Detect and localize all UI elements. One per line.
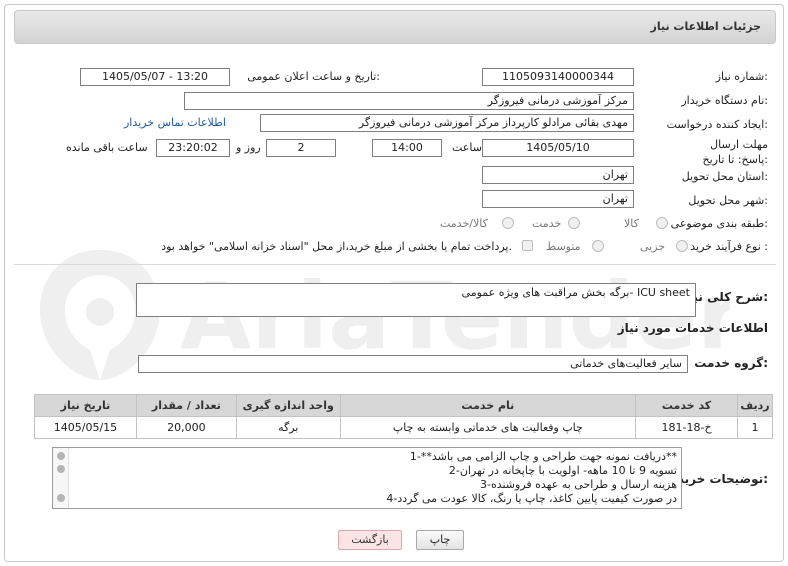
print-button[interactable]: چاپ (416, 530, 464, 550)
creator-label: ایجاد کننده درخواست: (666, 118, 768, 131)
remaining-time-label: ساعت باقی مانده (66, 141, 148, 154)
cell-unit: برگه (235, 416, 341, 439)
category-radio-service[interactable] (568, 217, 580, 229)
province-label: استان محل تحویل: (681, 170, 768, 183)
announce-datetime-field: 1405/05/07 - 13:20 (80, 68, 230, 86)
need-number-field: 1105093140000344 (482, 68, 634, 86)
purchase-type-option-medium: متوسط (546, 240, 581, 253)
treasury-payment-checkbox[interactable] (522, 240, 533, 251)
services-section-title: اطلاعات خدمات مورد نیاز (617, 321, 768, 335)
category-radio-goods[interactable] (656, 217, 668, 229)
cell-need-date: 1405/05/15 (34, 416, 137, 439)
buyer-notes-field[interactable]: 1-**دریافت نمونه جهت طراحی و چاپ الزامی … (52, 447, 682, 509)
scroll-up-icon[interactable] (57, 452, 65, 460)
col-unit: واحد اندازه گیری (235, 394, 341, 417)
notes-line-4: 4-در صورت کیفیت پایین کاغذ، چاپ یا رنگ، … (386, 492, 677, 505)
scroll-thumb-icon[interactable] (57, 465, 65, 473)
cell-service-name: چاپ وفعالیت های خدماتی وابسته به چاپ (339, 416, 637, 439)
purchase-type-radio-medium[interactable] (592, 240, 604, 252)
service-group-label: گروه خدمت: (694, 356, 768, 370)
buyer-contact-link[interactable]: اطلاعات تماس خریدار (124, 116, 226, 129)
category-option-goods-service: کالا/خدمت (440, 217, 488, 230)
treasury-payment-note: پرداخت تمام یا بخشی از مبلغ خرید،از محل … (161, 240, 512, 253)
notes-line-1: 1-**دریافت نمونه جهت طراحی و چاپ الزامی … (409, 450, 677, 463)
province-field: تهران (482, 166, 634, 184)
table-header-row: تاریخ نیاز تعداد / مقدار واحد اندازه گیر… (34, 394, 774, 417)
remaining-days-label: روز و (236, 141, 261, 154)
col-service-code: کد خدمت (635, 394, 738, 417)
announce-datetime-label: تاریخ و ساعت اعلان عمومی: (247, 70, 380, 83)
service-group-field: سایر فعالیت‌های خدماتی (138, 355, 688, 373)
cell-service-code: خ-18-181 (635, 416, 738, 439)
col-service-name: نام خدمت (339, 394, 637, 417)
cell-quantity: 20,000 (135, 416, 237, 439)
page-header: جزئیات اطلاعات نیاز (14, 10, 776, 44)
description-field: برگه بخش مراقبت های ویژه عمومی- ICU shee… (136, 283, 696, 317)
city-field: تهران (482, 190, 634, 208)
category-option-service: خدمت (532, 217, 562, 230)
remaining-time-field: 23:20:02 (156, 139, 230, 157)
notes-scrollbar[interactable] (53, 448, 69, 508)
category-option-goods: کالا (624, 217, 639, 230)
table-row: 1405/05/15 20,000 برگه چاپ وفعالیت های خ… (34, 416, 774, 439)
purchase-type-option-minor: جزیی (640, 240, 666, 253)
category-label: طبقه بندی موضوعی: (670, 217, 768, 230)
deadline-time-label: ساعت (452, 141, 482, 154)
scroll-down-icon[interactable] (57, 494, 65, 502)
purchase-type-label: نوع فرآیند خرید : (690, 240, 768, 253)
category-radio-goods-service[interactable] (502, 217, 514, 229)
deadline-label: مهلت ارسال پاسخ: تا تاریخ: (702, 138, 768, 166)
col-row-number: ردیف (736, 394, 774, 417)
buyer-org-label: نام دستگاه خریدار: (681, 94, 768, 107)
notes-line-2: 2-تسویه 9 تا 10 ماهه- اولویت با چاپخانه … (448, 464, 677, 477)
remaining-days-field: 2 (266, 139, 336, 157)
page-title: جزئیات اطلاعات نیاز (650, 20, 762, 33)
back-button[interactable]: بازگشت (338, 530, 402, 550)
city-label: شهر محل تحویل: (688, 194, 768, 207)
deadline-time-field: 14:00 (372, 139, 442, 157)
cell-row-number: 1 (736, 416, 774, 439)
notes-line-3: 3-هزینه ارسال و طراحی به عهده فروشنده (479, 478, 677, 491)
creator-field: مهدی بقائی مرادلو کارپرداز مرکز آموزشی د… (260, 114, 634, 132)
col-quantity: تعداد / مقدار (135, 394, 237, 417)
buyer-org-field: مرکز آموزشی درمانی فیروزگر (184, 92, 634, 110)
deadline-date-field: 1405/05/10 (482, 139, 634, 157)
need-number-label: شماره نیاز: (715, 70, 768, 83)
purchase-type-radio-minor[interactable] (676, 240, 688, 252)
col-need-date: تاریخ نیاز (34, 394, 137, 417)
services-table: تاریخ نیاز تعداد / مقدار واحد اندازه گیر… (34, 394, 774, 439)
section-divider (14, 264, 776, 265)
